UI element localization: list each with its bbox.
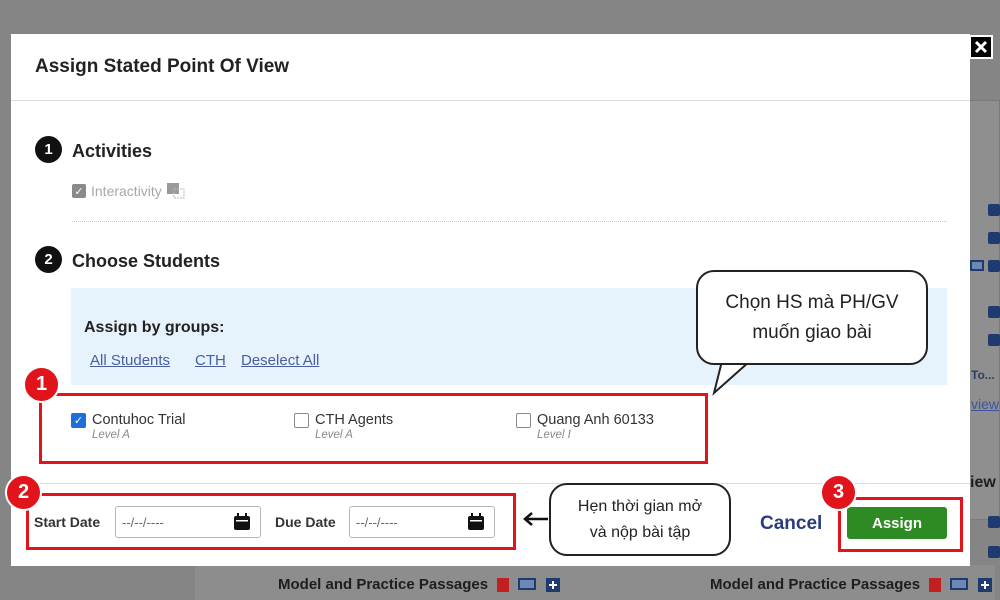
arrow-left-icon	[523, 512, 548, 526]
modal-header: Assign Stated Point Of View	[11, 34, 970, 101]
plus-folder-icon	[988, 232, 1000, 244]
annotation-badge-1: 1	[23, 366, 60, 403]
group-link-all-students[interactable]: All Students	[90, 352, 170, 369]
groups-label: Assign by groups:	[84, 319, 225, 336]
plus-folder-icon	[988, 306, 1000, 318]
activity-checkbox[interactable]: ✓	[72, 184, 86, 198]
background-link: view	[971, 396, 1000, 412]
plus-folder-icon	[988, 516, 1000, 528]
pdf-icon	[929, 578, 942, 593]
group-link-cth[interactable]: CTH	[195, 352, 226, 369]
pdf-icon	[497, 578, 510, 593]
interactivity-icon	[166, 183, 185, 199]
callout-students: Chọn HS mà PH/GV muốn giao bài	[696, 270, 928, 365]
callout-students-line: muốn giao bài	[752, 321, 872, 343]
monitor-icon	[950, 578, 969, 591]
section-divider	[72, 221, 947, 222]
callout-tail	[712, 361, 751, 396]
activity-label: Interactivity	[91, 183, 162, 199]
plus-folder-icon	[988, 260, 1000, 272]
highlight-assign-box	[838, 497, 963, 552]
plus-folder-icon	[545, 578, 560, 593]
callout-dates: Hẹn thời gian mở và nộp bài tập	[549, 483, 731, 556]
background-text: iew	[970, 474, 996, 491]
background-text: To...	[971, 368, 995, 382]
step-title-activities: Activities	[72, 141, 153, 161]
background-passage-right: Model and Practice Passages	[710, 576, 992, 593]
cancel-button[interactable]: Cancel	[760, 513, 822, 535]
step-title-choose-students: Choose Students	[72, 251, 221, 271]
plus-folder-icon	[988, 334, 1000, 346]
activity-item[interactable]: ✓ Interactivity	[72, 183, 185, 199]
step-number-1: 1	[35, 136, 62, 163]
annotation-badge-2: 2	[5, 474, 42, 511]
callout-dates-line: và nộp bài tập	[589, 523, 691, 541]
callout-dates-line: Hẹn thời gian mở	[577, 497, 703, 515]
monitor-icon	[518, 578, 537, 591]
step-number-2: 2	[35, 246, 62, 273]
close-icon	[974, 40, 988, 54]
modal-title: Assign Stated Point Of View	[35, 56, 290, 77]
callout-students-line: Chọn HS mà PH/GV	[725, 291, 899, 313]
close-button[interactable]	[969, 35, 993, 59]
plus-folder-icon	[977, 578, 992, 593]
highlight-dates-box	[26, 493, 516, 550]
monitor-icon	[970, 260, 984, 271]
plus-folder-icon	[988, 546, 1000, 558]
background-passage-left: Model and Practice Passages	[278, 576, 560, 593]
highlight-students-box	[39, 393, 708, 464]
annotation-badge-3: 3	[820, 474, 857, 511]
plus-folder-icon	[988, 204, 1000, 216]
group-link-deselect-all[interactable]: Deselect All	[241, 352, 319, 369]
